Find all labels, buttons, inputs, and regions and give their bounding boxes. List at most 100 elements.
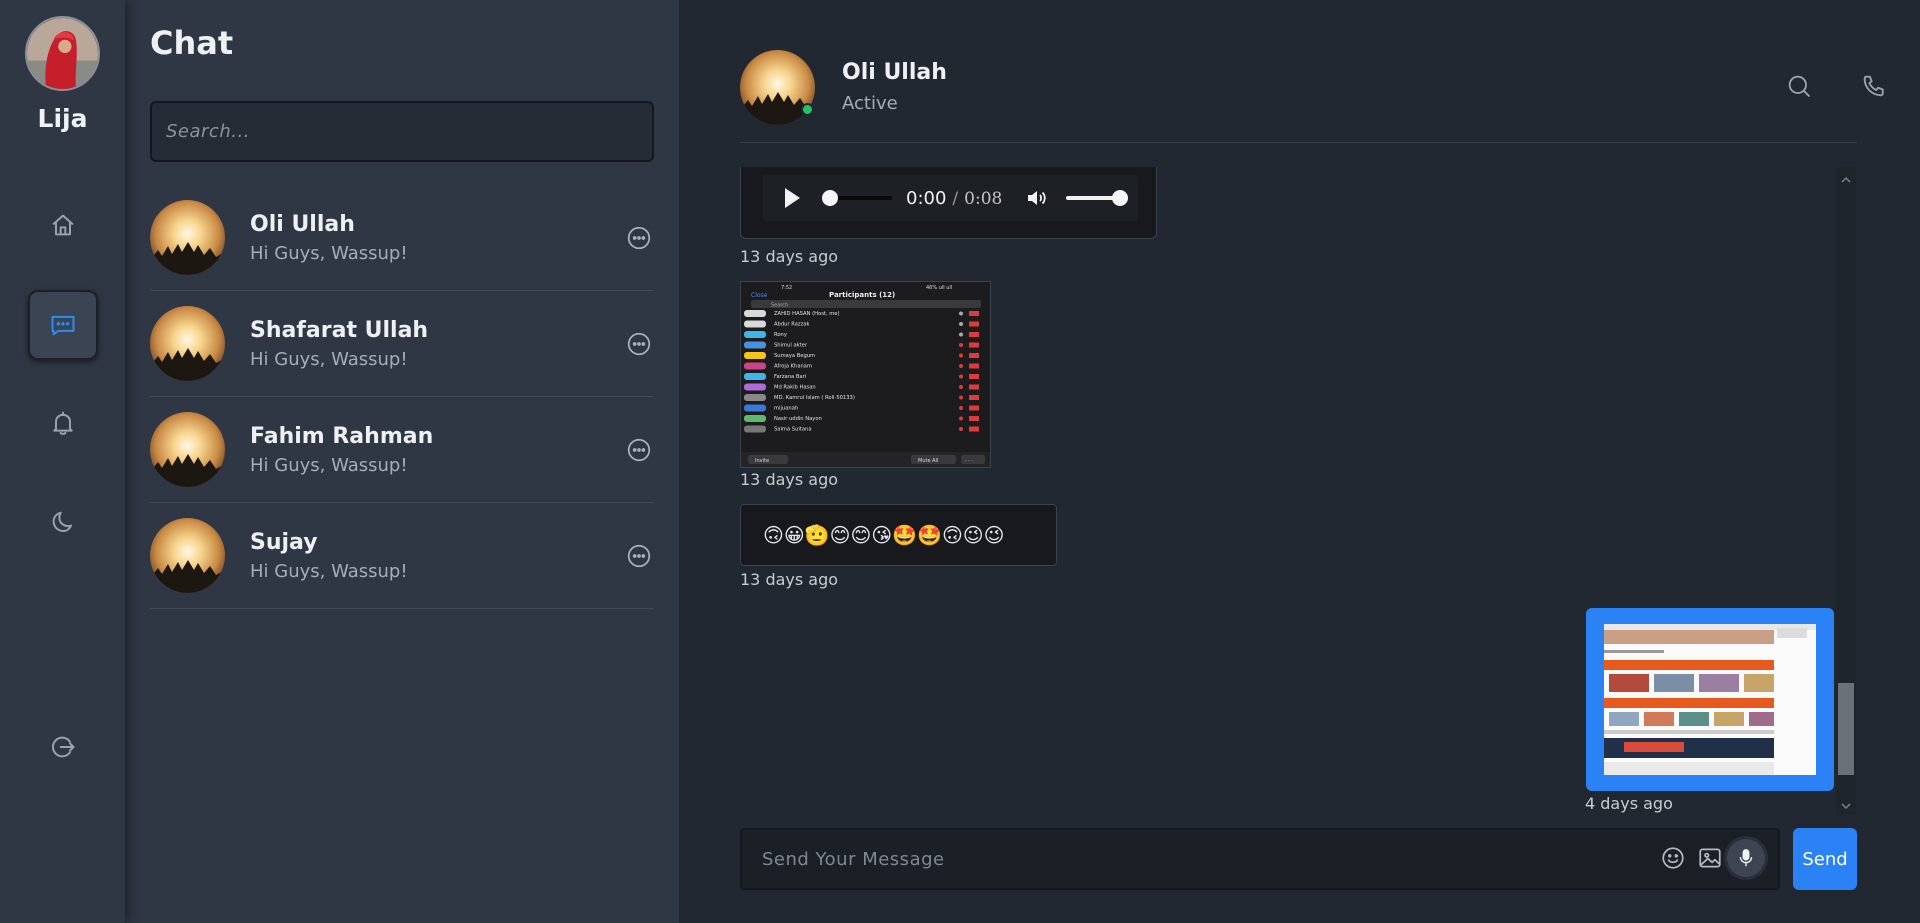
shot-mute-all: Mute All xyxy=(918,458,938,464)
scroll-up-icon[interactable] xyxy=(1840,171,1852,183)
nav-theme-toggle[interactable] xyxy=(28,487,98,557)
shot-title: Participants (12) xyxy=(829,291,895,299)
shot-row-name: mijuanah xyxy=(774,406,798,412)
shot-row-mic xyxy=(959,374,963,379)
shot-row-avatar xyxy=(744,352,766,359)
left-rail: Lija xyxy=(0,0,125,923)
shot-row-avatar xyxy=(744,415,766,422)
bell-icon xyxy=(53,411,73,435)
shot-row-name: Rony xyxy=(774,332,787,338)
image-upload-icon[interactable] xyxy=(1697,845,1723,871)
message-scrollbar[interactable] xyxy=(1836,167,1856,815)
contact-item[interactable]: Shafarat Ullah Hi Guys, Wassup! xyxy=(150,291,654,397)
shot-row-camera xyxy=(969,353,979,358)
search-icon[interactable] xyxy=(1785,72,1813,100)
chat-list-panel: Chat Oli Ullah Hi Guys, Wassup! Shafarat… xyxy=(125,0,679,923)
conversation-name: Oli Ullah xyxy=(842,60,947,85)
contact-item[interactable]: Sujay Hi Guys, Wassup! xyxy=(150,503,654,609)
contact-last-message: Hi Guys, Wassup! xyxy=(250,242,408,264)
message-timestamp: 13 days ago xyxy=(740,570,839,589)
conversation-status: Active xyxy=(842,93,898,114)
shot-row-avatar xyxy=(744,362,766,370)
search-input[interactable] xyxy=(166,121,638,142)
shot-row-camera xyxy=(969,311,979,316)
send-button[interactable]: Send xyxy=(1793,828,1857,890)
shot-row-mic xyxy=(959,395,963,400)
shot-status-time: 7:52 xyxy=(781,285,792,291)
shot-row-camera xyxy=(969,384,979,390)
message-composer xyxy=(740,828,1780,890)
scrollbar-thumb[interactable] xyxy=(1838,683,1854,775)
online-indicator xyxy=(801,103,814,116)
shot-row-name: Afroja Khanam xyxy=(774,364,812,370)
more-options-icon[interactable] xyxy=(626,331,652,357)
nav-notifications[interactable] xyxy=(28,388,98,458)
emoji-message: 🙃😀🫡😊😊😘🤩🤩🙃😉😉 xyxy=(740,504,1057,566)
shot-row-mic xyxy=(959,364,963,368)
microphone-button[interactable] xyxy=(1727,839,1765,877)
emoji-icon[interactable] xyxy=(1660,845,1686,871)
image-message[interactable]: 7:52 46% ull ull Close Participants (12)… xyxy=(740,281,991,468)
more-options-icon[interactable] xyxy=(626,543,652,569)
user-name: Lija xyxy=(37,104,88,133)
shot-row-mic xyxy=(959,353,963,358)
shot-row-camera xyxy=(969,416,979,421)
conversation-pane: Oli Ullah Active 0:00/0:08 13 days ago 7… xyxy=(679,0,1920,923)
shot-row-mic xyxy=(959,332,963,337)
panel-title: Chat xyxy=(150,24,234,62)
shot-row-camera xyxy=(969,395,979,400)
play-button[interactable] xyxy=(785,188,800,208)
nav-logout[interactable] xyxy=(28,712,98,782)
nav-chat[interactable] xyxy=(28,290,98,360)
shot-row-name: Salma Sultana xyxy=(774,427,812,433)
nav-home[interactable] xyxy=(28,190,98,260)
shot-row-avatar xyxy=(744,310,766,317)
shot-row-name: Farzana Bari xyxy=(774,374,806,380)
shot-search: Search xyxy=(771,303,788,309)
audio-current-time: 0:00 xyxy=(906,187,947,209)
shot-row-avatar xyxy=(744,394,766,401)
scroll-down-icon[interactable] xyxy=(1840,797,1852,810)
audio-message: 0:00/0:08 xyxy=(740,167,1157,239)
more-options-icon[interactable] xyxy=(626,225,652,251)
message-timestamp: 4 days ago xyxy=(1585,794,1673,813)
contact-name: Shafarat Ullah xyxy=(250,317,429,343)
contact-name: Oli Ullah xyxy=(250,211,355,237)
audio-progress-slider[interactable] xyxy=(822,190,892,206)
shot-row-avatar xyxy=(744,331,766,338)
shot-row-avatar xyxy=(744,404,766,412)
phone-icon[interactable] xyxy=(1860,72,1888,100)
shot-row-mic xyxy=(959,322,963,326)
audio-time: 0:00/0:08 xyxy=(906,188,1002,209)
moon-icon xyxy=(52,511,73,532)
shot-row-camera xyxy=(969,426,979,432)
shot-row-name: Nasir uddin Nayon xyxy=(774,416,822,422)
message-timestamp: 13 days ago xyxy=(740,247,839,266)
user-avatar[interactable] xyxy=(25,16,100,91)
volume-slider[interactable] xyxy=(1066,190,1129,206)
shot-invite: Invite xyxy=(755,458,769,464)
shot-status-right: 46% ull ull xyxy=(926,285,952,291)
contact-name: Sujay xyxy=(250,529,318,555)
shot-row-camera xyxy=(969,332,979,337)
shot-row-name: Abdur Razzak xyxy=(774,322,810,328)
contact-avatar xyxy=(150,306,225,381)
home-icon xyxy=(52,214,74,236)
shot-row-name: Md Rakib Hasan xyxy=(774,385,816,391)
microphone-icon xyxy=(1739,849,1753,867)
contact-avatar xyxy=(150,518,225,593)
audio-time-separator: / xyxy=(952,188,959,209)
shot-row-avatar xyxy=(744,373,766,380)
message-timestamp: 13 days ago xyxy=(740,470,839,489)
sent-image-message[interactable] xyxy=(1586,608,1834,791)
shot-row-camera xyxy=(969,321,979,327)
contact-item[interactable]: Fahim Rahman Hi Guys, Wassup! xyxy=(150,397,654,503)
shot-row-camera xyxy=(969,405,979,411)
chat-icon xyxy=(51,315,75,336)
message-input[interactable] xyxy=(762,830,1642,888)
more-options-icon[interactable] xyxy=(626,437,652,463)
shot-row-mic xyxy=(959,385,963,389)
contact-item[interactable]: Oli Ullah Hi Guys, Wassup! xyxy=(150,185,654,291)
volume-icon[interactable] xyxy=(1024,186,1048,210)
shot-row-name: MD. Kamrul Islam ( Roll-50133) xyxy=(774,395,855,401)
